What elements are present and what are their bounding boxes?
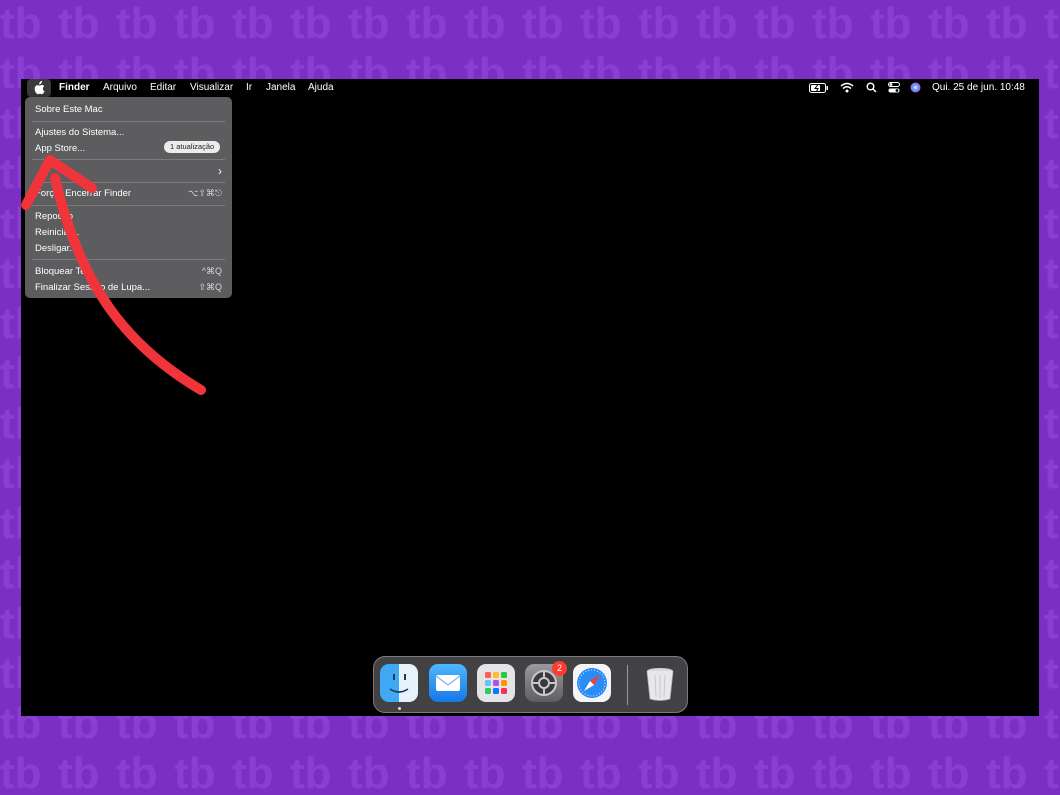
finder-face-icon xyxy=(389,674,409,693)
safari-icon[interactable] xyxy=(573,664,611,702)
mac-screen: Finder Arquivo Editar Visualizar Ir Jane… xyxy=(21,79,1039,716)
envelope-icon xyxy=(435,675,461,691)
apple-icon xyxy=(34,80,45,95)
dock: 2 xyxy=(373,656,688,713)
app-grid-icon xyxy=(485,672,507,694)
menu-bar: Finder Arquivo Editar Visualizar Ir Jane… xyxy=(21,79,1039,97)
trash-icon[interactable] xyxy=(641,664,679,702)
log-out-shortcut: ⇧⌘Q xyxy=(198,282,222,292)
menu-item-lock-screen[interactable]: Bloquear Tela xyxy=(35,266,93,277)
menu-editar[interactable]: Editar xyxy=(150,82,176,93)
date-time[interactable]: Qui. 25 de jun. 10:48 xyxy=(932,82,1025,93)
menu-item-shutdown[interactable]: Desligar... xyxy=(35,243,77,254)
menu-item-force-quit[interactable]: Forçar Encerrar Finder xyxy=(35,188,131,199)
menu-item-sleep[interactable]: Repouso xyxy=(35,211,73,222)
menu-separator xyxy=(32,182,225,183)
force-quit-shortcut: ⌥⇧⌘⎋ xyxy=(187,188,222,198)
update-badge: 1 atualização xyxy=(164,141,221,153)
lock-shortcut: ^⌘Q xyxy=(201,266,222,276)
menu-arquivo[interactable]: Arquivo xyxy=(103,82,137,93)
mail-icon[interactable] xyxy=(429,664,467,702)
battery-icon[interactable] xyxy=(809,83,829,93)
dock-separator xyxy=(627,665,628,705)
apple-menu-button[interactable] xyxy=(27,79,51,97)
menu-item-recent[interactable] xyxy=(35,164,47,176)
search-icon[interactable] xyxy=(866,82,877,93)
finder-icon[interactable] xyxy=(380,664,418,702)
menu-ajuda[interactable]: Ajuda xyxy=(308,82,334,93)
menu-finder[interactable]: Finder xyxy=(59,82,90,93)
menu-janela[interactable]: Janela xyxy=(266,82,295,93)
apple-dropdown-menu: Sobre Este Mac Ajustes do Sistema... App… xyxy=(25,97,232,298)
compass-icon xyxy=(577,668,607,698)
menu-ir[interactable]: Ir xyxy=(246,82,252,93)
trash-can-icon xyxy=(646,668,674,701)
menu-visualizar[interactable]: Visualizar xyxy=(190,82,233,93)
menu-item-system-settings[interactable]: Ajustes do Sistema... xyxy=(35,127,124,138)
menu-item-app-store[interactable]: App Store... xyxy=(35,143,85,154)
menu-item-log-out[interactable]: Finalizar Sessão de Lupa... xyxy=(35,282,150,293)
chevron-right-icon: › xyxy=(218,164,222,178)
wifi-icon[interactable] xyxy=(840,82,854,93)
menu-separator xyxy=(32,121,225,122)
menu-item-about[interactable]: Sobre Este Mac xyxy=(35,104,103,115)
finder-running-indicator xyxy=(398,707,401,710)
control-center-icon[interactable] xyxy=(888,82,900,93)
siri-icon[interactable] xyxy=(910,82,921,93)
notification-badge: 2 xyxy=(552,661,567,676)
menu-separator xyxy=(32,159,225,160)
menu-separator xyxy=(32,259,225,260)
launchpad-icon[interactable] xyxy=(477,664,515,702)
menu-separator xyxy=(32,205,225,206)
menu-item-restart[interactable]: Reiniciar... xyxy=(35,227,79,238)
